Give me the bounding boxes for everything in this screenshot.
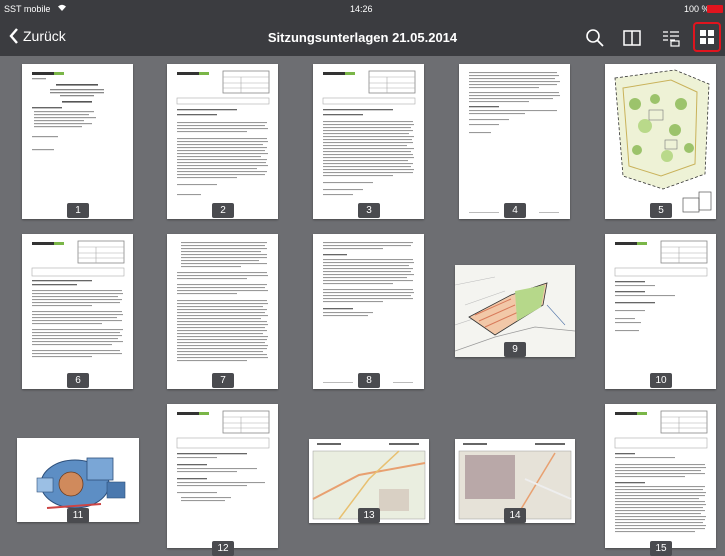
page-title: Sitzungsunterlagen 21.05.2014: [267, 30, 458, 45]
page-thumbnail[interactable]: [605, 64, 716, 219]
chevron-left-icon: [9, 28, 18, 44]
page-thumbnail[interactable]: [167, 404, 278, 548]
battery-label: 100 %: [684, 4, 710, 14]
document-page-preview: [176, 410, 270, 502]
navigation-bar: Zurück Sitzungsunterlagen 21.05.2014: [0, 20, 725, 56]
page-number-badge: 8: [358, 373, 380, 388]
wifi-icon: [57, 3, 67, 14]
site-plan-preview: [614, 69, 712, 213]
page-number-badge: 3: [358, 203, 380, 218]
outline-button[interactable]: [660, 27, 682, 49]
document-page-preview: [469, 72, 560, 213]
page-thumbnail[interactable]: [313, 234, 424, 389]
page-thumbnail[interactable]: [22, 64, 133, 219]
document-page-preview: [176, 70, 270, 196]
page-thumbnail[interactable]: [167, 234, 278, 389]
document-page-preview: [614, 410, 708, 533]
page-number-badge: 11: [67, 508, 89, 523]
page-number-badge: 9: [504, 342, 526, 357]
list-icon: [663, 31, 680, 47]
carrier-label: SST mobile: [4, 4, 51, 14]
page-thumbnail[interactable]: [605, 404, 716, 548]
status-bar: SST mobile 14:26 100 %: [0, 0, 725, 20]
page-thumbnail[interactable]: [167, 64, 278, 219]
document-page-preview: [32, 72, 104, 151]
page-number-badge: 14: [504, 508, 526, 523]
page-number-badge: 12: [212, 541, 234, 556]
document-page-preview: [31, 240, 125, 358]
search-button[interactable]: [584, 27, 606, 49]
page-number-badge: 4: [504, 203, 526, 218]
search-icon: [586, 29, 604, 47]
page-thumbnail[interactable]: [22, 234, 133, 389]
grid-view-button[interactable]: [693, 22, 721, 52]
page-number-badge: 2: [212, 203, 234, 218]
document-page-preview: [614, 240, 708, 332]
book-icon: [623, 30, 641, 46]
page-thumbnail[interactable]: [459, 64, 570, 219]
page-thumbnail[interactable]: [605, 234, 716, 389]
page-number-badge: 15: [650, 541, 672, 556]
back-button[interactable]: Zurück: [9, 28, 66, 44]
document-page-preview: [322, 70, 416, 196]
back-label: Zurück: [23, 28, 66, 44]
document-page-preview: [177, 242, 268, 362]
page-number-badge: 1: [67, 203, 89, 218]
grid-icon: [700, 30, 714, 44]
document-page-preview: [323, 242, 414, 383]
page-number-badge: 5: [650, 203, 672, 218]
page-number-badge: 10: [650, 373, 672, 388]
page-number-badge: 7: [212, 373, 234, 388]
page-number-badge: 13: [358, 508, 380, 523]
status-time: 14:26: [350, 4, 373, 14]
two-page-view-button[interactable]: [621, 27, 643, 49]
battery-icon: [707, 5, 723, 13]
page-number-badge: 6: [67, 373, 89, 388]
page-thumbnail[interactable]: [313, 64, 424, 219]
